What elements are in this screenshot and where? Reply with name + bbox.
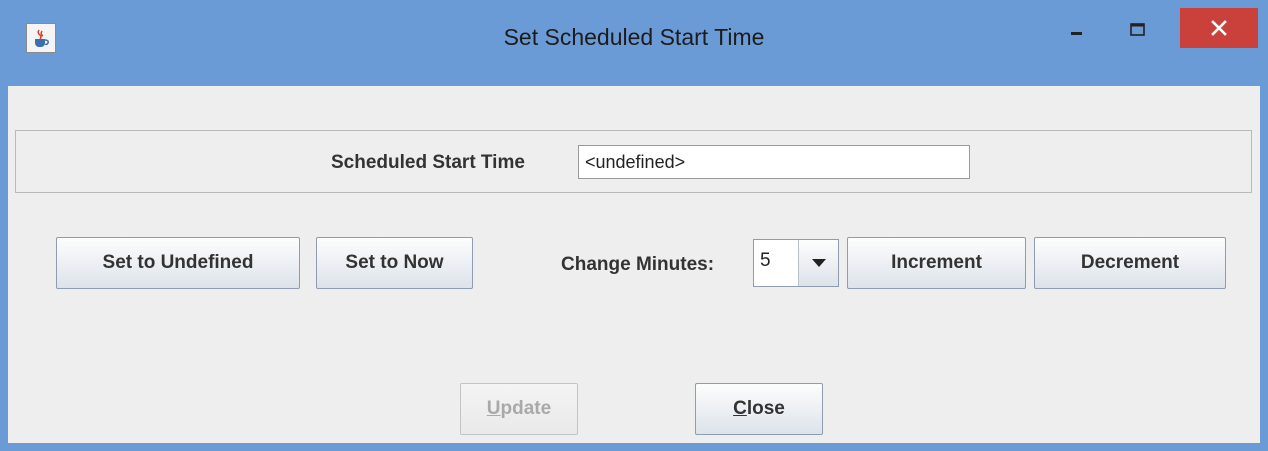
maximize-icon[interactable]: [1114, 12, 1162, 48]
title-bar[interactable]: Set Scheduled Start Time: [0, 0, 1268, 86]
update-button[interactable]: Update: [460, 383, 578, 435]
decrement-button[interactable]: Decrement: [1034, 237, 1226, 289]
change-minutes-value: 5: [760, 250, 771, 271]
minimize-icon[interactable]: [1057, 12, 1097, 48]
change-minutes-combo[interactable]: 5: [753, 239, 839, 287]
chevron-down-icon[interactable]: [798, 240, 838, 286]
close-mnemonic: C: [733, 398, 747, 419]
update-label: pdate: [500, 398, 552, 419]
set-to-now-button[interactable]: Set to Now: [316, 237, 473, 289]
dialog-window: Set Scheduled Start Time: [0, 0, 1268, 451]
update-mnemonic: U: [486, 398, 501, 419]
close-button[interactable]: Close: [695, 383, 823, 435]
scheduled-start-label: Scheduled Start Time: [331, 152, 525, 173]
scheduled-start-input[interactable]: [578, 145, 970, 179]
close-icon[interactable]: [1180, 8, 1258, 48]
close-label: lose: [746, 398, 785, 419]
set-to-undefined-button[interactable]: Set to Undefined: [56, 237, 300, 289]
increment-button[interactable]: Increment: [847, 237, 1026, 289]
change-minutes-label: Change Minutes:: [561, 254, 715, 275]
